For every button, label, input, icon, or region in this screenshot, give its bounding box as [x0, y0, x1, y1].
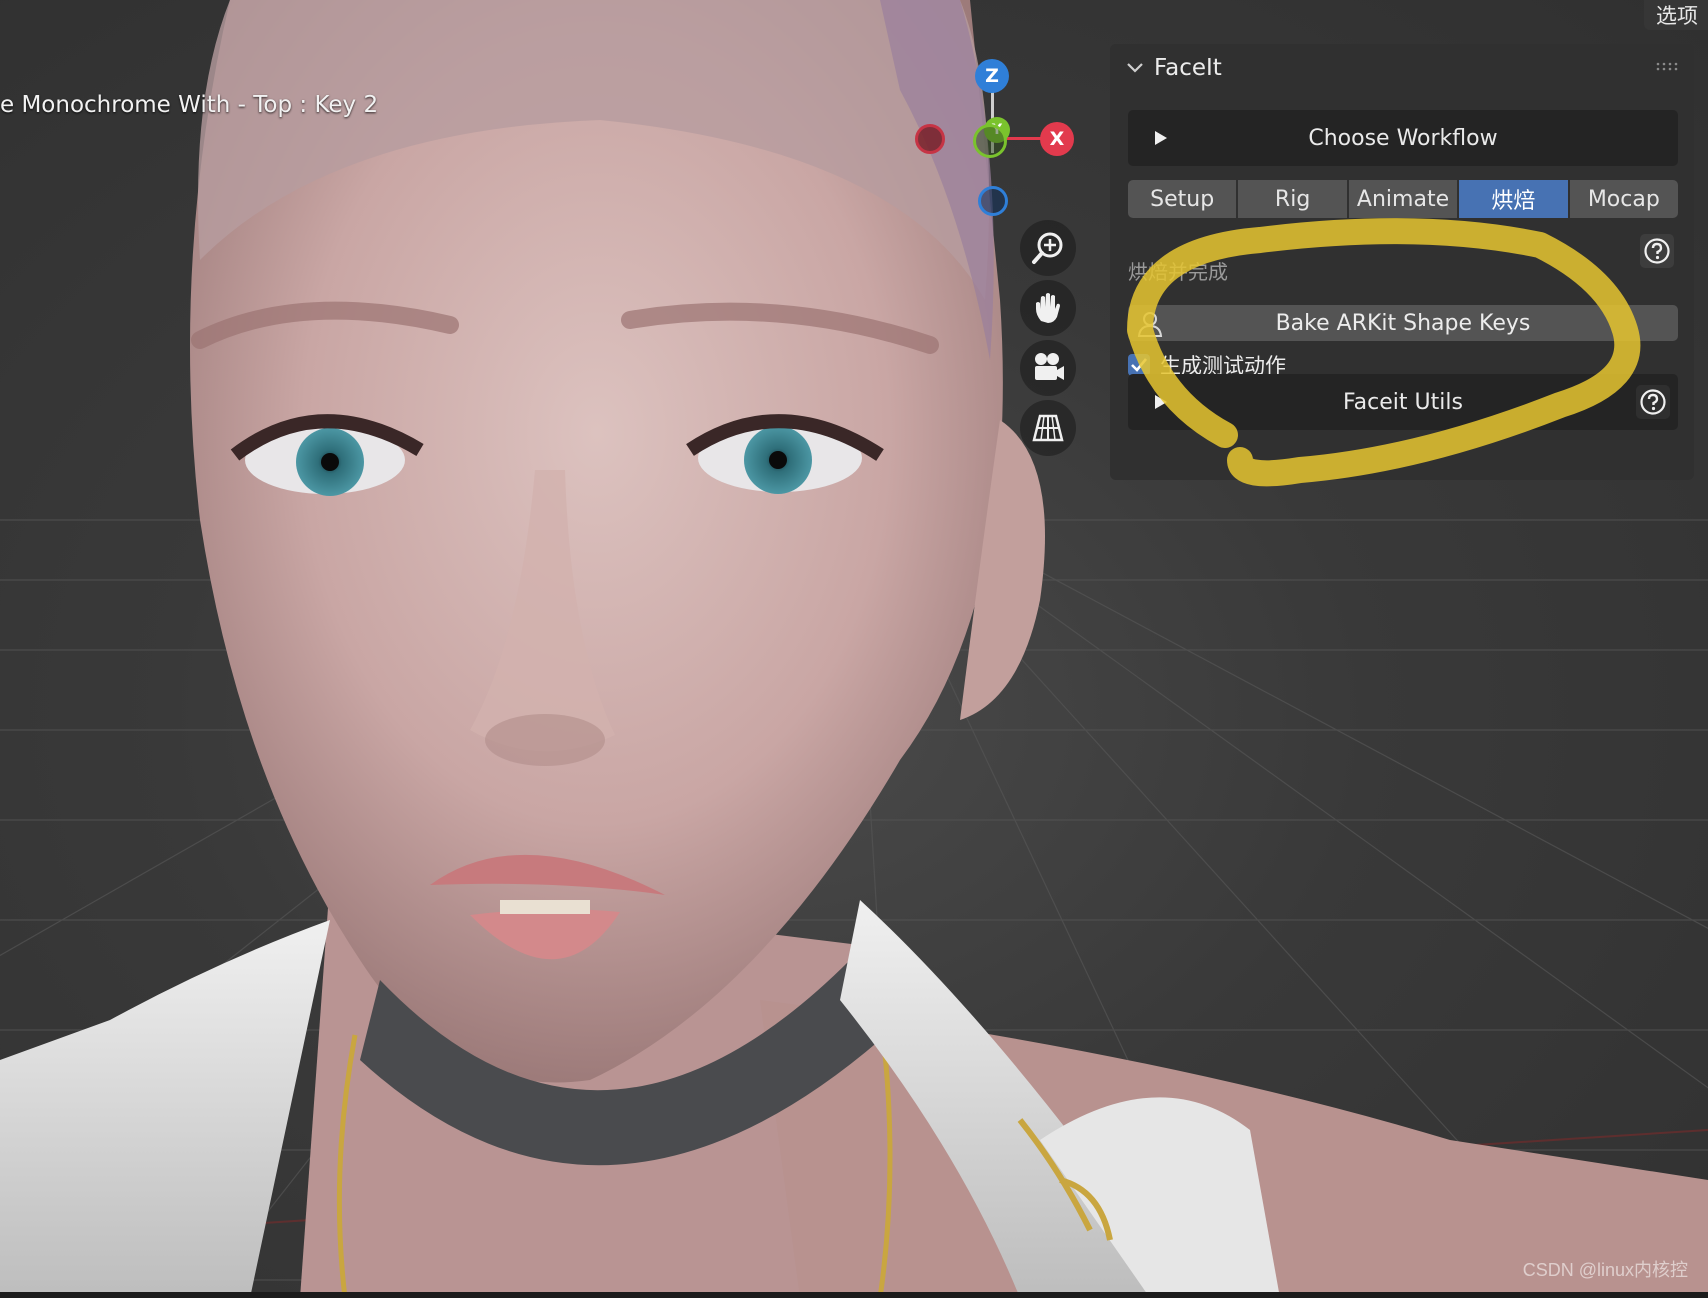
- checkmark-icon: [1131, 358, 1147, 372]
- bake-button-label: Bake ARKit Shape Keys: [1275, 310, 1531, 336]
- panel-title: FaceIt: [1154, 55, 1222, 81]
- pan-hand-icon: [1036, 293, 1060, 323]
- expand-triangle-icon: [1155, 131, 1167, 145]
- user-icon: [1137, 312, 1163, 337]
- camera-icon: [1035, 353, 1064, 380]
- navigation-gizmo[interactable]: Z X Y: [900, 55, 1090, 225]
- help-icon: [1644, 238, 1670, 264]
- tab-label: Rig: [1274, 186, 1311, 212]
- zoom-button[interactable]: [1020, 220, 1076, 276]
- help-icon: [1640, 389, 1666, 415]
- chevron-down-icon: [1127, 63, 1143, 73]
- tab-animate[interactable]: Animate: [1348, 180, 1458, 218]
- tab-label: Animate: [1356, 186, 1450, 212]
- workflow-tabs: Setup Rig Animate 烘焙 Mocap: [1128, 180, 1679, 218]
- grid-perspective-icon: [1032, 414, 1064, 442]
- x-axis-label: X: [1049, 128, 1065, 150]
- tab-label: Mocap: [1587, 186, 1660, 212]
- options-label: 选项: [1656, 4, 1698, 28]
- utils-help-button[interactable]: [1636, 385, 1670, 419]
- tab-rig[interactable]: Rig: [1238, 180, 1347, 218]
- bottom-edge: [0, 1292, 1708, 1298]
- choose-workflow-label: Choose Workflow: [1308, 125, 1498, 151]
- faceit-utils-label: Faceit Utils: [1343, 389, 1463, 415]
- z-axis-label: Z: [985, 65, 999, 87]
- neg-x-axis-handle[interactable]: [915, 124, 945, 154]
- generate-test-action-checkbox[interactable]: [1128, 354, 1150, 376]
- drag-grip-icon[interactable]: [1656, 62, 1680, 72]
- neg-y-axis-handle[interactable]: [973, 124, 1007, 158]
- camera-view-button[interactable]: [1020, 340, 1076, 396]
- z-axis-handle[interactable]: Z: [975, 59, 1009, 93]
- zoom-icon: [1032, 232, 1063, 264]
- tab-mocap[interactable]: Mocap: [1569, 180, 1679, 218]
- options-button[interactable]: 选项: [1644, 0, 1708, 30]
- tab-bake[interactable]: 烘焙: [1459, 180, 1568, 218]
- x-axis-handle[interactable]: X: [1040, 122, 1074, 156]
- tab-setup[interactable]: Setup: [1128, 180, 1237, 218]
- bake-arkit-shape-keys-button[interactable]: Bake ARKit Shape Keys: [1128, 305, 1678, 341]
- perspective-toggle-button[interactable]: [1020, 400, 1076, 456]
- expand-triangle-icon: [1155, 395, 1167, 409]
- pan-button[interactable]: [1020, 280, 1076, 336]
- bake-help-button[interactable]: [1640, 234, 1674, 268]
- tab-label: Setup: [1150, 186, 1215, 212]
- choose-workflow-button[interactable]: Choose Workflow: [1128, 110, 1678, 166]
- neg-z-axis-handle[interactable]: [978, 186, 1008, 216]
- faceit-utils-button[interactable]: Faceit Utils: [1128, 374, 1678, 430]
- faceit-panel: FaceIt Choose Workflow Setup Rig Animate…: [1110, 44, 1694, 480]
- watermark: CSDN @linux内核控: [1522, 1260, 1688, 1280]
- panel-header[interactable]: FaceIt: [1110, 44, 1694, 92]
- section-label: 烘焙并完成: [1128, 260, 1228, 284]
- tab-label: 烘焙: [1491, 189, 1536, 214]
- object-name-label: e Monochrome With - Top : Key 2: [0, 92, 379, 118]
